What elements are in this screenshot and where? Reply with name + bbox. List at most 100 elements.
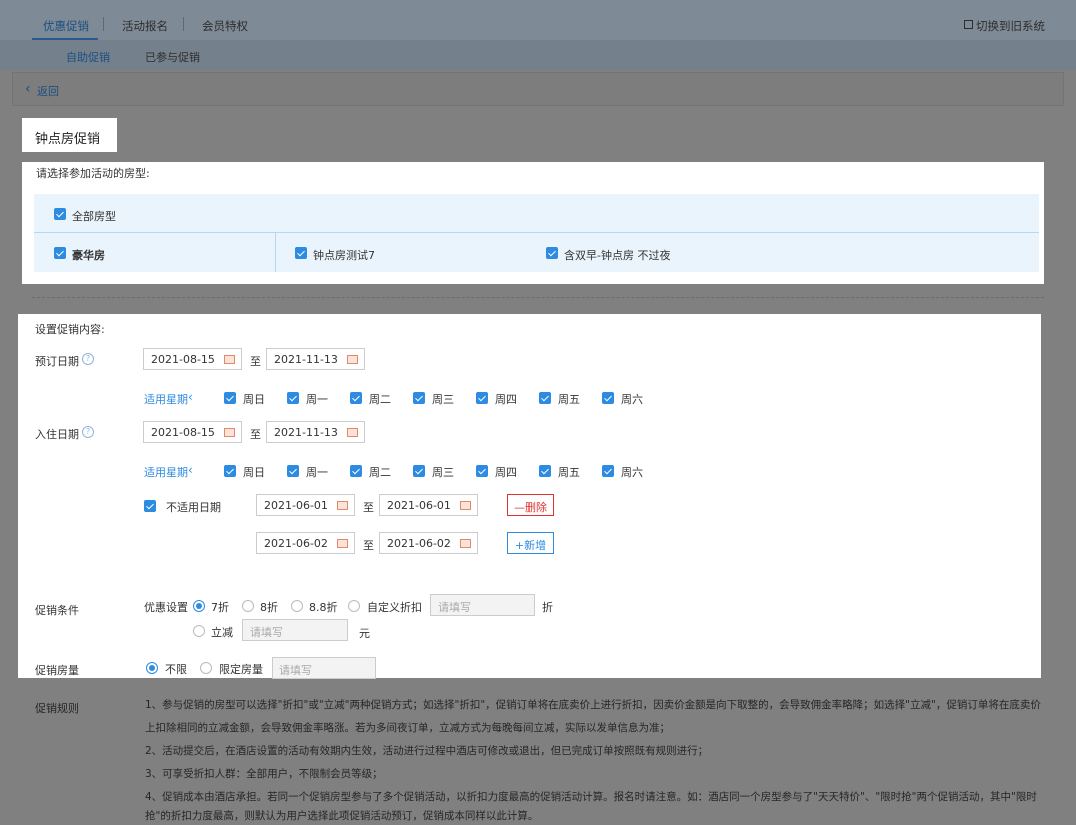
booking-start-date[interactable]: 2021-08-15: [143, 348, 242, 370]
room-label: 含双早-钟点房 不过夜: [564, 249, 671, 262]
help-icon[interactable]: ?: [82, 426, 94, 438]
switch-old-system-link[interactable]: 切换到旧系统: [976, 18, 1045, 34]
excluded-end-date[interactable]: 2021-06-01: [379, 494, 478, 516]
weekday-label: 周一: [306, 393, 328, 406]
weekday-checkbox[interactable]: [602, 392, 614, 404]
excluded-start-date[interactable]: 2021-06-01: [256, 494, 355, 516]
rule-line: 抢"的折扣力度最高，则默认为用户选择此项促销活动预订，促销成本同样以此计算。: [145, 810, 539, 822]
weekday-label: 周六: [621, 466, 643, 479]
weekday-checkbox[interactable]: [413, 392, 425, 404]
weekday-checkbox[interactable]: [602, 465, 614, 477]
delete-button[interactable]: —删除: [507, 494, 554, 516]
checkin-end-date[interactable]: 2021-11-13: [266, 421, 365, 443]
weekday-label: 周四: [495, 393, 517, 406]
quantity-input[interactable]: 请填写: [272, 657, 376, 679]
quantity-radio-unlimited[interactable]: [146, 662, 158, 674]
discount-option-label: 8折: [260, 601, 278, 614]
booking-end-date[interactable]: 2021-11-13: [266, 348, 365, 370]
help-icon[interactable]: ?: [82, 353, 94, 365]
discount-radio-8[interactable]: [242, 600, 254, 612]
weekday-checkbox[interactable]: [539, 465, 551, 477]
to-label: 至: [363, 539, 374, 552]
weekday-toggle[interactable]: 适用星期: [144, 391, 188, 407]
room-checkbox[interactable]: [295, 247, 307, 259]
reduce-radio[interactable]: [193, 625, 205, 637]
excluded-end-date[interactable]: 2021-06-02: [379, 532, 478, 554]
tab-activity-signup[interactable]: 活动报名: [122, 18, 168, 34]
all-rooms-row: 全部房型: [34, 194, 1039, 232]
quantity-label: 促销房量: [35, 664, 79, 677]
calendar-icon: [347, 355, 358, 364]
subtab-self-service[interactable]: 自助促销: [66, 49, 110, 65]
weekday-checkbox[interactable]: [539, 392, 551, 404]
add-button[interactable]: +新增: [507, 532, 554, 554]
excluded-start-date[interactable]: 2021-06-02: [256, 532, 355, 554]
to-label: 至: [250, 428, 261, 441]
weekday-label: 周三: [432, 393, 454, 406]
weekday-label: 周二: [369, 466, 391, 479]
chevron-left-icon[interactable]: ‹: [188, 463, 193, 477]
tab-promotions[interactable]: 优惠促销: [43, 18, 89, 34]
weekday-checkbox[interactable]: [413, 465, 425, 477]
dashed-divider: [32, 297, 1044, 298]
weekday-label: 周五: [558, 466, 580, 479]
booking-date-label: 预订日期: [35, 355, 79, 368]
to-label: 至: [250, 355, 261, 368]
calendar-icon: [347, 428, 358, 437]
subtab-joined[interactable]: 已参与促销: [145, 49, 200, 65]
room-label: 钟点房测试7: [313, 249, 375, 262]
page-title: 钟点房促销: [35, 132, 101, 147]
top-nav: 优惠促销 活动报名 会员特权 切换到旧系统: [0, 0, 1076, 40]
weekday-checkbox[interactable]: [476, 392, 488, 404]
discount-radio-custom[interactable]: [348, 600, 360, 612]
rule-line: 上扣除相同的立减金额，会导致佣金率略涨。若为多间夜订单，立减方式为每晚每间立减，…: [145, 722, 670, 734]
room-section-heading: 请选择参加活动的房型:: [36, 167, 150, 180]
back-link[interactable]: 返回: [37, 83, 59, 99]
quantity-option-label: 限定房量: [219, 663, 263, 676]
discount-radio-8-8[interactable]: [291, 600, 303, 612]
reduce-label: 立减: [211, 626, 233, 639]
weekday-checkbox[interactable]: [350, 392, 362, 404]
chevron-left-icon[interactable]: ‹: [188, 390, 193, 404]
calendar-icon: [460, 539, 471, 548]
page-title-box: 钟点房促销: [22, 118, 117, 152]
weekday-toggle[interactable]: 适用星期: [144, 464, 188, 480]
to-label: 至: [363, 501, 374, 514]
divider: [275, 233, 276, 272]
chevron-left-icon[interactable]: ‹: [25, 82, 31, 96]
weekday-checkbox[interactable]: [287, 392, 299, 404]
discount-radio-7[interactable]: [193, 600, 205, 612]
tab-member-privileges[interactable]: 会员特权: [202, 18, 248, 34]
tab-separator: [183, 17, 184, 31]
room-group-checkbox[interactable]: [54, 247, 66, 259]
weekday-checkbox[interactable]: [287, 465, 299, 477]
rule-line: 3、可享受折扣人群：全部用户，不限制会员等级；: [145, 768, 383, 780]
switch-icon: [964, 20, 973, 29]
reduce-input[interactable]: 请填写: [242, 619, 348, 641]
rules-label: 促销规则: [35, 702, 79, 715]
excluded-dates-checkbox[interactable]: [144, 500, 156, 512]
checkin-start-date[interactable]: 2021-08-15: [143, 421, 242, 443]
weekday-checkbox[interactable]: [350, 465, 362, 477]
back-bar: ‹ 返回: [12, 72, 1064, 106]
quantity-radio-limited[interactable]: [200, 662, 212, 674]
weekday-checkbox[interactable]: [224, 392, 236, 404]
checkin-date-label: 入住日期: [35, 428, 79, 441]
promo-panel: 设置促销内容: 预订日期 ? 2021-08-15 至 2021-11-13 适…: [18, 314, 1041, 678]
calendar-icon: [337, 501, 348, 510]
room-group-label: 豪华房: [72, 249, 105, 262]
excluded-dates-label: 不适用日期: [166, 501, 221, 514]
weekday-checkbox[interactable]: [224, 465, 236, 477]
custom-discount-input[interactable]: 请填写: [430, 594, 535, 616]
weekday-label: 周日: [243, 393, 265, 406]
all-rooms-checkbox[interactable]: [54, 208, 66, 220]
weekday-label: 周五: [558, 393, 580, 406]
discount-setting-label: 优惠设置: [144, 601, 188, 614]
rule-line: 2、活动提交后，在酒店设置的活动有效期内生效，活动进行过程中酒店可修改或退出，但…: [145, 745, 709, 757]
weekday-checkbox[interactable]: [476, 465, 488, 477]
reduce-unit: 元: [359, 627, 370, 640]
room-type-panel: 请选择参加活动的房型: 全部房型 豪华房 钟点房测试7 含双早-钟点房 不过夜: [22, 162, 1044, 284]
room-checkbox[interactable]: [546, 247, 558, 259]
rule-line: 1、参与促销的房型可以选择"折扣"或"立减"两种促销方式；如选择"折扣"，促销订…: [145, 699, 1041, 711]
discount-option-label: 8.8折: [309, 601, 338, 614]
